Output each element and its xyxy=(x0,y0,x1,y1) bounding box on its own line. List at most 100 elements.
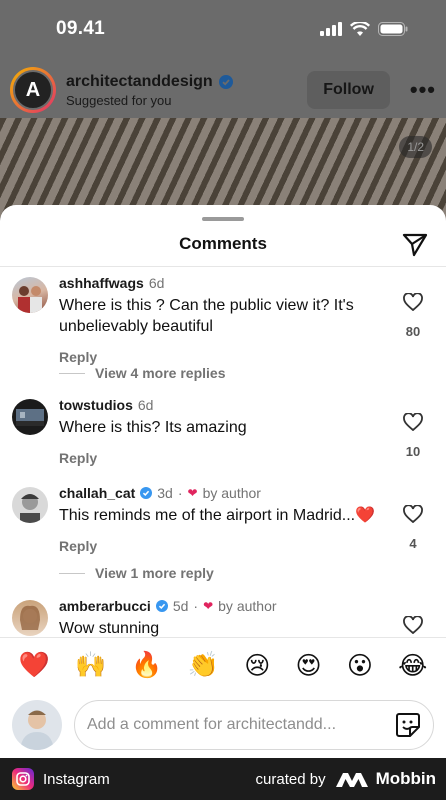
comment-header: amberarbucci 5d · ❤ by author xyxy=(59,598,389,614)
battery-icon xyxy=(378,22,408,36)
heart-outline-icon[interactable] xyxy=(403,615,423,635)
post-username[interactable]: architectanddesign xyxy=(66,73,213,91)
comment-body: towstudios 6d Where is this? Its amazing… xyxy=(59,397,389,466)
emoji-heart-eyes[interactable]: 😍 xyxy=(296,651,322,681)
comment-text: Wow stunning xyxy=(59,620,160,637)
comments-list: ashhaffwags 6d Where is this ? Can the p… xyxy=(0,267,446,639)
separator-dot: · xyxy=(193,598,199,614)
avatar[interactable] xyxy=(12,600,48,636)
comment-text: Where is this? Its amazing xyxy=(59,419,247,436)
comment-input-row: Add a comment for architectandd... xyxy=(0,693,446,757)
post-subtitle: Suggested for you xyxy=(66,92,172,108)
mobbin-label: Mobbin xyxy=(375,769,436,788)
comment-time: 6d xyxy=(148,275,165,291)
wifi-icon xyxy=(350,21,370,36)
reply-button[interactable]: Reply xyxy=(59,349,389,365)
comments-sheet: Comments ashhaffwags 6d Where is this ? … xyxy=(0,205,446,758)
comment-username[interactable]: ashhaffwags xyxy=(59,275,144,291)
status-bar: 09.41 xyxy=(0,0,446,58)
verified-badge-icon xyxy=(218,74,233,89)
comment-username[interactable]: amberarbucci xyxy=(59,598,151,614)
avatar-photo-icon xyxy=(18,286,42,313)
author-heart-icon: ❤ xyxy=(203,599,214,613)
comment-text: This reminds me of the airport in Madrid… xyxy=(59,507,376,524)
post-avatar[interactable]: A xyxy=(10,67,56,113)
comment-body: ashhaffwags 6d Where is this ? Can the p… xyxy=(59,275,389,365)
sticker-icon[interactable] xyxy=(395,712,421,738)
follow-button[interactable]: Follow xyxy=(307,71,390,109)
instagram-logo-icon xyxy=(12,768,34,790)
emoji-raising-hands[interactable]: 🙌 xyxy=(75,651,106,680)
author-heart-icon: ❤ xyxy=(187,486,198,500)
status-time: 09.41 xyxy=(56,18,106,39)
verified-badge-icon xyxy=(155,600,168,612)
post-username-row[interactable]: architectanddesign xyxy=(66,73,307,91)
view-more-replies[interactable]: View 1 more reply xyxy=(59,565,214,581)
share-icon[interactable] xyxy=(402,233,428,257)
replies-divider xyxy=(59,572,85,574)
like-control: 4 xyxy=(398,504,428,551)
heart-outline-icon[interactable] xyxy=(403,504,423,524)
comment-header: towstudios 6d xyxy=(59,397,389,413)
like-control: 10 xyxy=(398,412,428,459)
heart-outline-icon[interactable] xyxy=(403,412,423,432)
comment-input-placeholder[interactable]: Add a comment for architectandd... xyxy=(87,716,395,734)
comment-username[interactable]: towstudios xyxy=(59,397,133,413)
footer-bar: Instagram curated by Mobbin xyxy=(0,758,446,800)
post-header: A architectanddesign Suggested for you F… xyxy=(0,64,446,116)
architect-logo-icon: A xyxy=(13,70,53,110)
separator-dot: · xyxy=(177,485,183,501)
curated-by-label: curated by xyxy=(255,770,326,788)
view-more-replies-label[interactable]: View 1 more reply xyxy=(95,565,214,581)
emoji-reaction-bar: ❤️ 🙌 🔥 👏 😢 😍 😮 😂 xyxy=(0,637,446,693)
heart-outline-icon[interactable] xyxy=(403,292,423,312)
view-more-replies-label[interactable]: View 4 more replies xyxy=(95,365,225,381)
mobbin-logo-icon xyxy=(335,773,368,787)
like-control xyxy=(398,615,428,639)
replies-divider xyxy=(59,372,85,374)
reply-button[interactable]: Reply xyxy=(59,450,389,466)
cellular-signal-icon xyxy=(320,22,342,36)
comment-body: challah_cat 3d · ❤ by author This remind… xyxy=(59,485,389,554)
avatar[interactable] xyxy=(12,399,48,435)
emoji-clapping-hands[interactable]: 👏 xyxy=(188,651,219,680)
sheet-title: Comments xyxy=(179,233,267,253)
avatar[interactable] xyxy=(12,487,48,523)
comment-body: amberarbucci 5d · ❤ by author Wow stunni… xyxy=(59,598,389,639)
status-icons xyxy=(320,21,408,37)
comment-username[interactable]: challah_cat xyxy=(59,485,135,501)
by-author-label: by author xyxy=(218,598,277,614)
avatar-photo-icon xyxy=(16,409,44,426)
emoji-tears-of-joy[interactable]: 😂 xyxy=(398,651,427,681)
like-count: 10 xyxy=(405,444,421,459)
footer-app: Instagram xyxy=(12,768,110,790)
comment-header: challah_cat 3d · ❤ by author xyxy=(59,485,389,501)
like-control: 80 xyxy=(398,292,428,339)
like-count: 4 xyxy=(409,536,417,551)
like-count: 80 xyxy=(405,324,421,339)
reply-button[interactable]: Reply xyxy=(59,538,389,554)
comment-header: ashhaffwags 6d xyxy=(59,275,389,291)
comment-time: 5d xyxy=(172,598,189,614)
emoji-red-heart[interactable]: ❤️ xyxy=(19,651,50,680)
avatar-photo-icon xyxy=(12,700,62,750)
mobbin-brand: Mobbin xyxy=(335,769,436,789)
sheet-header: Comments xyxy=(0,221,446,267)
current-user-avatar xyxy=(12,700,62,750)
image-counter: 1/2 xyxy=(399,136,432,158)
comment-text: Where is this ? Can the public view it? … xyxy=(59,297,354,335)
more-options-icon[interactable]: ••• xyxy=(410,77,436,103)
footer-app-name: Instagram xyxy=(43,770,110,788)
footer-credit: curated by Mobbin xyxy=(256,769,436,789)
verified-badge-icon xyxy=(140,487,153,499)
emoji-surprised-face[interactable]: 😮 xyxy=(347,651,373,681)
avatar[interactable] xyxy=(12,277,48,313)
avatar-photo-icon xyxy=(20,605,40,630)
comment-input[interactable]: Add a comment for architectandd... xyxy=(74,700,434,750)
comment-time: 6d xyxy=(137,397,154,413)
view-more-replies[interactable]: View 4 more replies xyxy=(59,365,225,381)
avatar-photo-icon xyxy=(20,494,40,523)
post-meta: architectanddesign Suggested for you xyxy=(66,73,307,108)
emoji-fire[interactable]: 🔥 xyxy=(131,651,162,680)
emoji-crying-face[interactable]: 😢 xyxy=(244,651,270,681)
